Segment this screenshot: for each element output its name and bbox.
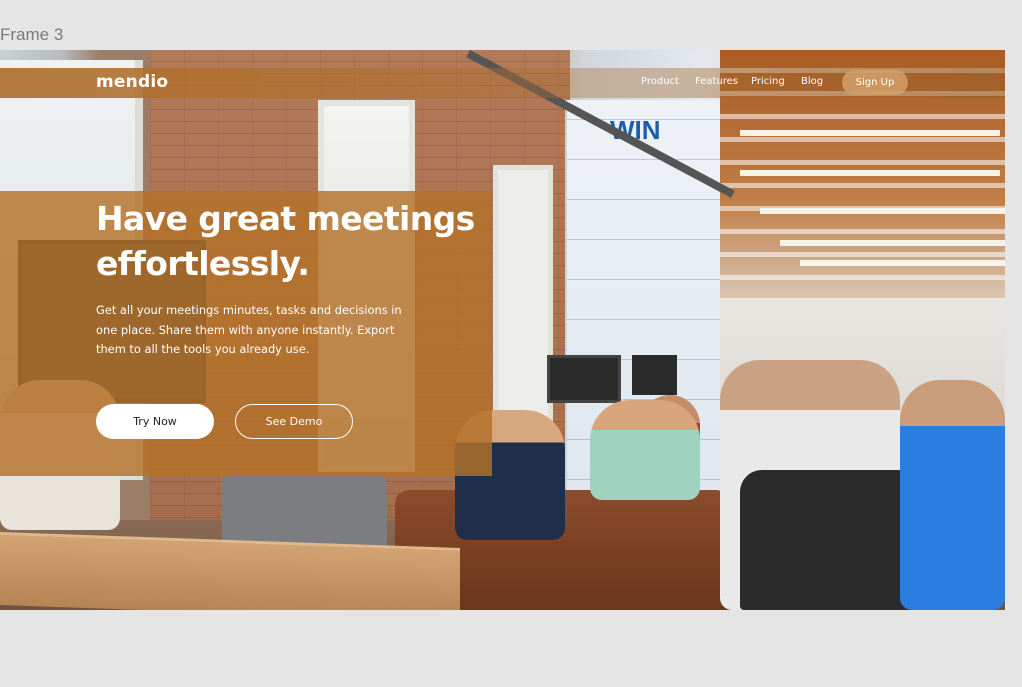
signup-button[interactable]: Sign Up [842, 70, 908, 95]
monitor [632, 355, 677, 395]
hero-headline: Have great meetings effortlessly. [96, 196, 496, 286]
landing-page-frame: WIN mendio Product Features Pricing Blog… [0, 50, 1005, 610]
person [900, 380, 1005, 610]
person [590, 400, 700, 500]
headline-line-2: effortlessly. [96, 244, 310, 283]
logo[interactable]: mendio [96, 72, 168, 92]
see-demo-button[interactable]: See Demo [235, 404, 353, 439]
nav-product[interactable]: Product [641, 76, 679, 87]
headline-line-1: Have great meetings [96, 199, 475, 238]
office-chair [740, 470, 920, 610]
hero-subcopy: Get all your meetings minutes, tasks and… [96, 303, 402, 356]
try-now-button[interactable]: Try Now [96, 404, 214, 439]
nav-blog[interactable]: Blog [801, 76, 823, 87]
monitor [547, 355, 621, 403]
ceiling-lights [740, 130, 1000, 136]
nav-pricing[interactable]: Pricing [751, 76, 785, 87]
nav-features[interactable]: Features [695, 76, 738, 87]
frame-label: Frame 3 [0, 25, 64, 44]
